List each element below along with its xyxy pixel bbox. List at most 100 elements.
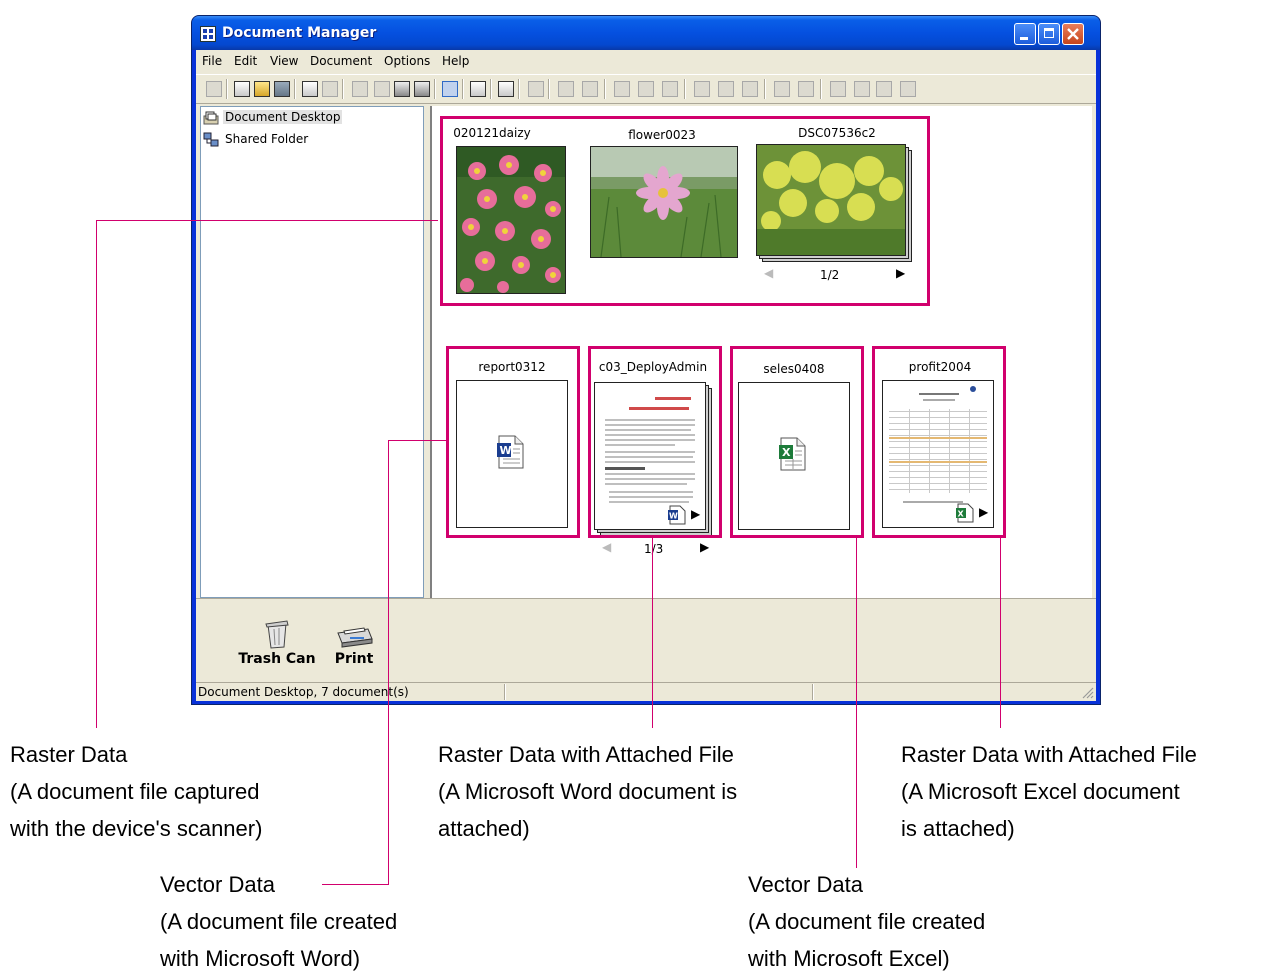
- toolbar-separator: [462, 79, 464, 99]
- tree-item-document-desktop[interactable]: Document Desktop: [203, 109, 383, 127]
- new-icon[interactable]: [234, 81, 250, 97]
- tool-icon[interactable]: [830, 81, 846, 97]
- bottom-tool-area: Trash Can Print: [196, 598, 1096, 683]
- document-manager-window: Document Manager File Edit View Document…: [192, 16, 1100, 704]
- save-icon[interactable]: [274, 81, 290, 97]
- maximize-button[interactable]: [1038, 23, 1060, 45]
- page-icon[interactable]: [614, 81, 630, 97]
- close-icon: [1067, 28, 1079, 40]
- maximize-icon: [1044, 28, 1054, 38]
- menu-edit[interactable]: Edit: [234, 54, 257, 68]
- tool-icon[interactable]: [558, 81, 574, 97]
- menu-file[interactable]: File: [202, 54, 222, 68]
- window-client: File Edit View Document Options Help Doc…: [196, 50, 1096, 701]
- callout-line-text: (A Microsoft Excel document: [901, 779, 1180, 804]
- toolbar-separator: [548, 79, 550, 99]
- thumbnail-view-icon[interactable]: [498, 81, 514, 97]
- toolbar-separator: [294, 79, 296, 99]
- open-folder-icon[interactable]: [254, 81, 270, 97]
- prev-page-icon[interactable]: ◀: [602, 540, 611, 554]
- callout-line: [96, 220, 438, 221]
- details-view-icon[interactable]: [470, 81, 486, 97]
- paste-icon[interactable]: [414, 81, 430, 97]
- menu-bar: File Edit View Document Options Help: [196, 50, 1096, 72]
- delete-icon[interactable]: [528, 81, 544, 97]
- minimize-button[interactable]: [1014, 23, 1036, 45]
- callout-line-text: (A document file captured: [10, 779, 260, 804]
- toolbar-separator: [226, 79, 228, 99]
- tool-icon[interactable]: [854, 81, 870, 97]
- page-icon[interactable]: [718, 81, 734, 97]
- print-icon[interactable]: [322, 81, 338, 97]
- callout-line-text: is attached): [901, 816, 1015, 841]
- callout-line-text: with the device's scanner): [10, 816, 263, 841]
- callout-line-text: (A Microsoft Word document is: [438, 779, 738, 804]
- callout-vector-word: Vector Data (A document file created wit…: [160, 866, 397, 977]
- callout-line-text: with Microsoft Excel): [748, 946, 950, 971]
- callout-raster-word: Raster Data with Attached File (A Micros…: [438, 736, 737, 847]
- menu-help[interactable]: Help: [442, 54, 469, 68]
- page-icon[interactable]: [742, 81, 758, 97]
- resize-grip-icon[interactable]: [1080, 685, 1094, 699]
- callout-line: [96, 220, 97, 728]
- rotate-icon[interactable]: [774, 81, 790, 97]
- copy-icon[interactable]: [394, 81, 410, 97]
- folder-tree: Document Desktop Shared Folder: [200, 106, 424, 598]
- print-label: Print: [334, 651, 374, 667]
- callout-raster-data: Raster Data (A document file captured wi…: [10, 736, 262, 847]
- toolbar: [196, 74, 1096, 104]
- tree-item-label: Shared Folder: [225, 132, 309, 146]
- callout-line: [388, 440, 389, 885]
- toolbar-separator: [518, 79, 520, 99]
- status-divider: [504, 684, 506, 700]
- shared-folder-icon: [203, 132, 219, 148]
- next-page-icon[interactable]: ▶: [700, 540, 709, 554]
- toolbar-separator: [764, 79, 766, 99]
- callout-line-text: with Microsoft Word): [160, 946, 361, 971]
- tree-item-label: Document Desktop: [223, 110, 343, 124]
- undo-icon[interactable]: [352, 81, 368, 97]
- page-icon[interactable]: [638, 81, 654, 97]
- menu-view[interactable]: View: [270, 54, 298, 68]
- trash-can-label: Trash Can: [238, 651, 316, 667]
- highlight-raster-group: [440, 116, 930, 306]
- callout-line-text: Vector Data: [748, 872, 863, 897]
- toolbar-separator: [490, 79, 492, 99]
- toolbar-separator: [820, 79, 822, 99]
- callout-line-text: Raster Data with Attached File: [901, 742, 1197, 767]
- scan-icon[interactable]: [302, 81, 318, 97]
- callout-line-text: attached): [438, 816, 530, 841]
- status-text: Document Desktop, 7 document(s): [198, 685, 409, 699]
- highlight-seles0408: [730, 346, 864, 538]
- callout-line: [652, 538, 653, 728]
- cut-icon[interactable]: [374, 81, 390, 97]
- preview-icon[interactable]: [442, 81, 458, 97]
- status-divider: [812, 684, 814, 700]
- document-desktop-icon: [203, 110, 219, 126]
- rotate-icon[interactable]: [798, 81, 814, 97]
- toolbar-separator: [684, 79, 686, 99]
- highlight-profit2004: [872, 346, 1006, 538]
- close-button[interactable]: [1062, 23, 1084, 45]
- callout-line-text: Vector Data: [160, 872, 275, 897]
- convert-icon[interactable]: [206, 81, 222, 97]
- callout-line: [388, 440, 446, 441]
- toolbar-separator: [604, 79, 606, 99]
- callout-line-text: (A document file created: [748, 909, 986, 934]
- trash-can-icon: [265, 620, 289, 649]
- callout-line: [1000, 536, 1001, 728]
- toolbar-separator: [434, 79, 436, 99]
- callout-line: [856, 536, 857, 868]
- page-counter: 1/3: [644, 542, 664, 556]
- tool-icon[interactable]: [582, 81, 598, 97]
- page-icon[interactable]: [662, 81, 678, 97]
- tool-icon[interactable]: [900, 81, 916, 97]
- page-icon[interactable]: [694, 81, 710, 97]
- highlight-c03_DeployAdmin: [588, 346, 722, 538]
- title-bar[interactable]: Document Manager: [192, 16, 1100, 50]
- callout-raster-excel: Raster Data with Attached File (A Micros…: [901, 736, 1197, 847]
- menu-options[interactable]: Options: [384, 54, 430, 68]
- tree-item-shared-folder[interactable]: Shared Folder: [203, 131, 383, 149]
- tool-icon[interactable]: [876, 81, 892, 97]
- menu-document[interactable]: Document: [310, 54, 372, 68]
